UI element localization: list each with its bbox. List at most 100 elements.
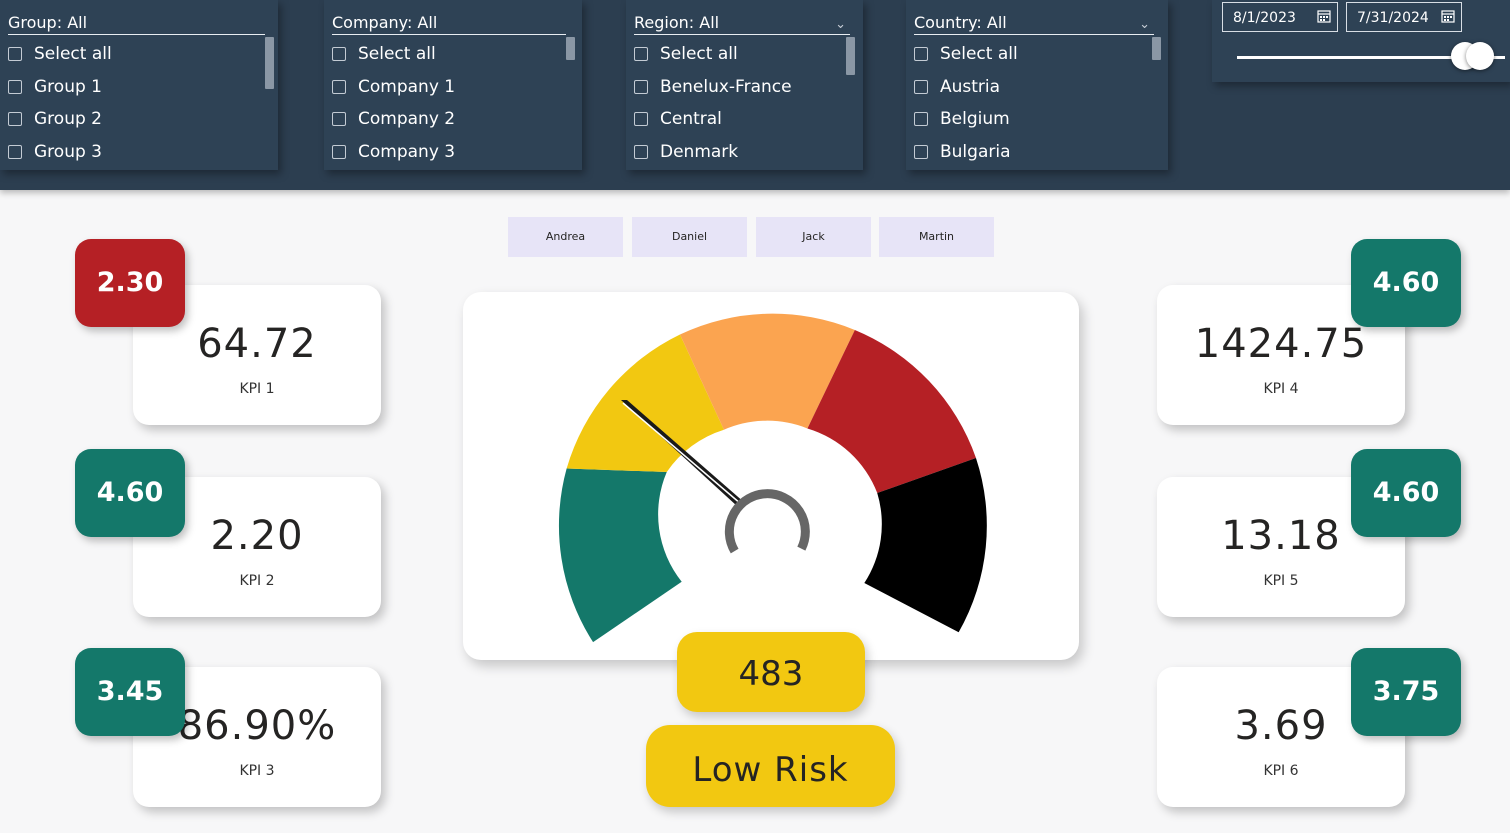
- item-label: Select all: [660, 44, 738, 65]
- group-slicer-header[interactable]: Group: All: [8, 12, 265, 35]
- item-label: Benelux-France: [660, 76, 792, 97]
- person-button-jack[interactable]: Jack: [756, 217, 871, 257]
- risk-level-badge: Low Risk: [646, 725, 895, 807]
- item-label: Group 2: [34, 109, 102, 130]
- company-slicer-list: Select all Company 1 Company 2 Company 3: [332, 38, 455, 168]
- checkbox[interactable]: [8, 47, 22, 62]
- kpi-label: KPI 3: [239, 763, 275, 779]
- kpi-label: KPI 4: [1263, 381, 1299, 397]
- group-item-3[interactable]: Group 3: [8, 136, 112, 169]
- checkbox[interactable]: [332, 47, 346, 62]
- item-label: Austria: [940, 76, 1001, 97]
- region-header-text: Region: All: [634, 13, 720, 32]
- checkbox[interactable]: [8, 112, 22, 127]
- region-scrollbar[interactable]: [846, 37, 855, 75]
- checkbox[interactable]: [634, 79, 648, 94]
- checkbox[interactable]: [8, 79, 22, 94]
- checkbox[interactable]: [332, 79, 346, 94]
- checkbox[interactable]: [914, 79, 928, 94]
- group-slicer-list: Select all Group 1 Group 2 Group 3: [8, 38, 112, 168]
- kpi-badge-4: 4.60: [1351, 239, 1461, 327]
- item-label: Company 3: [358, 141, 456, 162]
- checkbox[interactable]: [332, 144, 346, 159]
- kpi-label: KPI 2: [239, 573, 275, 589]
- item-label: Belgium: [940, 109, 1010, 130]
- country-header-text: Country: All: [914, 13, 1007, 32]
- checkbox[interactable]: [634, 112, 648, 127]
- company-item-3[interactable]: Company 3: [332, 136, 455, 169]
- country-slicer-list: Select all Austria Belgium Bulgaria: [914, 38, 1018, 168]
- kpi-label: KPI 1: [239, 381, 275, 397]
- checkbox[interactable]: [634, 144, 648, 159]
- company-item-2[interactable]: Company 2: [332, 103, 455, 136]
- country-scrollbar[interactable]: [1152, 37, 1161, 60]
- region-item-benelux-france[interactable]: Benelux-France: [634, 71, 792, 104]
- group-scrollbar[interactable]: [265, 37, 274, 89]
- kpi-badge-3: 3.45: [75, 648, 185, 736]
- group-item-select-all[interactable]: Select all: [8, 38, 112, 71]
- start-date-text: 8/1/2023: [1233, 10, 1296, 26]
- kpi-label: KPI 5: [1263, 573, 1299, 589]
- region-slicer-header[interactable]: Region: All ⌄: [634, 12, 850, 35]
- gauge-card: [463, 292, 1079, 660]
- country-slicer-header[interactable]: Country: All ⌄: [914, 12, 1154, 35]
- region-item-central[interactable]: Central: [634, 103, 792, 136]
- gauge-segment-green: [558, 468, 682, 643]
- item-label: Company 2: [358, 109, 456, 130]
- chevron-down-icon[interactable]: ⌄: [1139, 14, 1150, 36]
- item-label: Group 3: [34, 141, 102, 162]
- kpi-label: KPI 6: [1263, 763, 1299, 779]
- chevron-down-icon[interactable]: ⌄: [835, 14, 846, 36]
- filter-bar: Group: All Select all Group 1 Group 2 Gr…: [0, 0, 1510, 190]
- end-date-text: 7/31/2024: [1357, 10, 1429, 26]
- region-slicer: Region: All ⌄ Select all Benelux-France …: [626, 0, 863, 170]
- checkbox[interactable]: [914, 144, 928, 159]
- region-item-select-all[interactable]: Select all: [634, 38, 792, 71]
- country-slicer: Country: All ⌄ Select all Austria Belgiu…: [906, 0, 1168, 170]
- kpi-badge-5: 4.60: [1351, 449, 1461, 537]
- region-item-denmark[interactable]: Denmark: [634, 136, 792, 169]
- calendar-icon[interactable]: [1317, 9, 1331, 23]
- end-date-handle[interactable]: [1466, 42, 1494, 70]
- risk-gauge: [558, 313, 987, 643]
- kpi-value: 64.72: [197, 321, 317, 367]
- person-button-andrea[interactable]: Andrea: [508, 217, 623, 257]
- country-item-select-all[interactable]: Select all: [914, 38, 1018, 71]
- item-label: Company 1: [358, 76, 456, 97]
- checkbox[interactable]: [634, 47, 648, 62]
- calendar-icon[interactable]: [1441, 9, 1455, 23]
- person-button-daniel[interactable]: Daniel: [632, 217, 747, 257]
- item-label: Select all: [940, 44, 1018, 65]
- company-scrollbar[interactable]: [566, 37, 575, 60]
- kpi-badge-2: 4.60: [75, 449, 185, 537]
- group-item-2[interactable]: Group 2: [8, 103, 112, 136]
- checkbox[interactable]: [914, 47, 928, 62]
- country-item-austria[interactable]: Austria: [914, 71, 1018, 104]
- end-date-input[interactable]: 7/31/2024: [1346, 2, 1462, 32]
- item-label: Bulgaria: [940, 141, 1011, 162]
- item-label: Central: [660, 109, 722, 130]
- group-item-1[interactable]: Group 1: [8, 71, 112, 104]
- company-item-select-all[interactable]: Select all: [332, 38, 455, 71]
- checkbox[interactable]: [914, 112, 928, 127]
- country-item-bulgaria[interactable]: Bulgaria: [914, 136, 1018, 169]
- company-slicer: Company: All Select all Company 1 Compan…: [324, 0, 582, 170]
- item-label: Select all: [358, 44, 436, 65]
- person-button-martin[interactable]: Martin: [879, 217, 994, 257]
- item-label: Denmark: [660, 141, 739, 162]
- company-slicer-header[interactable]: Company: All: [332, 12, 566, 35]
- group-slicer: Group: All Select all Group 1 Group 2 Gr…: [0, 0, 278, 170]
- start-date-input[interactable]: 8/1/2023: [1222, 2, 1338, 32]
- company-item-1[interactable]: Company 1: [332, 71, 455, 104]
- kpi-value: 1424.75: [1194, 321, 1368, 367]
- item-label: Select all: [34, 44, 112, 65]
- gauge-hub: [724, 489, 810, 554]
- region-slicer-list: Select all Benelux-France Central Denmar…: [634, 38, 792, 168]
- checkbox[interactable]: [8, 144, 22, 159]
- kpi-badge-1: 2.30: [75, 239, 185, 327]
- item-label: Group 1: [34, 76, 102, 97]
- gauge-value-badge: 483: [677, 632, 865, 712]
- country-item-belgium[interactable]: Belgium: [914, 103, 1018, 136]
- kpi-badge-6: 3.75: [1351, 648, 1461, 736]
- checkbox[interactable]: [332, 112, 346, 127]
